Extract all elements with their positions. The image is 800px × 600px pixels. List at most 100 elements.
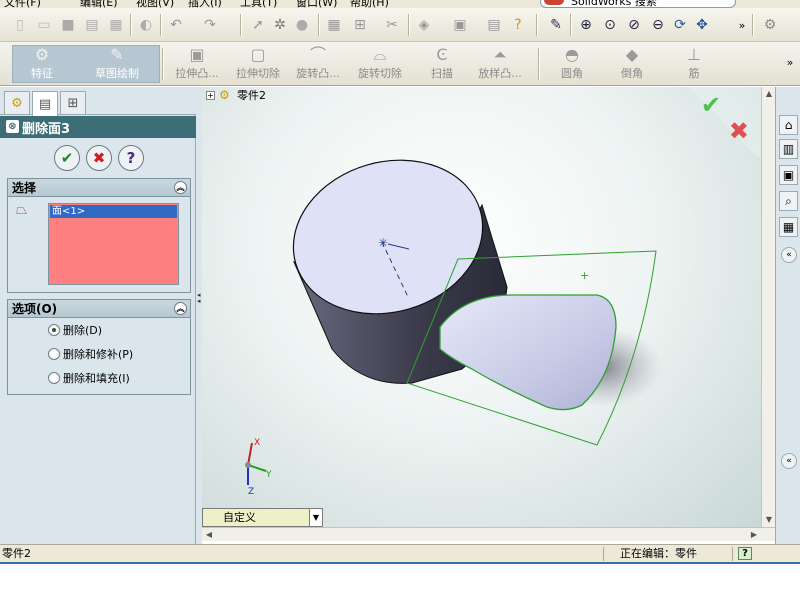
- splitter-grip-icon[interactable]: ◂ ◂: [197, 292, 201, 312]
- view-orientation-select[interactable]: 自定义 ▼: [202, 508, 323, 527]
- print-icon[interactable]: ▤: [82, 15, 102, 35]
- property-icon: ▤: [38, 96, 52, 112]
- tab-features[interactable]: ⚙ 特征: [22, 46, 62, 84]
- resources-icon[interactable]: ⌂: [779, 115, 798, 135]
- collapse-icon[interactable]: ︽: [174, 302, 187, 315]
- fillet-button[interactable]: ◓ 圆角: [552, 46, 592, 84]
- loft-label: 放样凸...: [478, 67, 522, 80]
- select-icon[interactable]: ➚: [248, 15, 268, 35]
- menu-view[interactable]: 视图(V): [136, 0, 174, 8]
- smart-dimension-icon[interactable]: ✲: [270, 15, 290, 35]
- option-delete-fill-label: 删除和填充(I): [63, 372, 130, 385]
- chevron-down-icon[interactable]: ▼: [309, 509, 322, 526]
- scroll-left-icon[interactable]: ◀: [202, 528, 216, 542]
- graphics-area[interactable]: ✳ + X Y Z + ⚙ 零件2 ✔ ✖ 自定义 ▼: [202, 87, 761, 527]
- expand-icon[interactable]: +: [206, 90, 215, 100]
- property-manager-title: ⊗ 删除面3: [0, 116, 196, 138]
- zoom-selection-icon[interactable]: ⊖: [648, 15, 668, 35]
- menu-edit[interactable]: 编辑(E): [80, 0, 118, 8]
- tab-property-manager[interactable]: ▤: [32, 91, 58, 116]
- layers-icon[interactable]: ▤: [484, 15, 504, 35]
- help-button[interactable]: ?: [118, 145, 144, 171]
- grid-icon[interactable]: ▦: [324, 15, 344, 35]
- design-library-icon[interactable]: ▥: [779, 139, 798, 159]
- ok-button[interactable]: ✔: [54, 145, 80, 171]
- zoom-fit-icon[interactable]: ⊕: [576, 15, 596, 35]
- new-icon[interactable]: ▯: [10, 15, 30, 35]
- collapse-icon[interactable]: ︽: [174, 181, 187, 194]
- radio-delete-patch[interactable]: [48, 348, 60, 360]
- rebuild-icon[interactable]: ▦: [106, 15, 126, 35]
- chamfer-button[interactable]: ◆ 倒角: [612, 46, 652, 84]
- scroll-up-icon[interactable]: ▲: [762, 87, 776, 101]
- extrude-cut-label: 拉伸切除: [236, 67, 280, 80]
- scroll-down-icon[interactable]: ▼: [762, 513, 776, 527]
- selected-face[interactable]: [439, 294, 617, 411]
- part-name[interactable]: 零件2: [237, 87, 266, 103]
- confirm-ok-icon[interactable]: ✔: [701, 91, 721, 119]
- menu-window[interactable]: 窗口(W): [296, 0, 337, 8]
- help-icon[interactable]: ?: [738, 547, 752, 560]
- selected-faces-list[interactable]: 面<1>: [48, 203, 179, 285]
- option-delete[interactable]: 删除(D): [48, 322, 102, 338]
- rotate-icon[interactable]: ⟳: [670, 15, 690, 35]
- tab-feature-manager[interactable]: ⚙: [4, 91, 30, 114]
- options-icon[interactable]: ◐: [136, 15, 156, 35]
- customize-icon[interactable]: ⚙: [760, 15, 780, 35]
- extrude-boss-button[interactable]: ▣ 拉伸凸...: [168, 46, 226, 84]
- revolve-boss-button[interactable]: ⌒ 旋转凸...: [290, 46, 346, 84]
- help-icon[interactable]: ?: [508, 15, 528, 35]
- extrude-cut-button[interactable]: ▢ 拉伸切除: [230, 46, 286, 84]
- status-separator: [732, 547, 733, 561]
- menu-tools[interactable]: 工具(T): [240, 0, 277, 8]
- view-palette-icon[interactable]: ▦: [779, 217, 798, 237]
- tools-icon[interactable]: ✂: [382, 15, 402, 35]
- scroll-right-icon[interactable]: ▶: [747, 528, 761, 542]
- option-delete-patch[interactable]: 删除和修补(P): [48, 346, 133, 362]
- point-icon[interactable]: ●: [292, 15, 312, 35]
- radio-delete-fill[interactable]: [48, 372, 60, 384]
- menu-insert[interactable]: 插入(I): [188, 0, 222, 8]
- vertical-scrollbar[interactable]: ▲ ▼: [761, 87, 775, 527]
- search-icon[interactable]: ⌕: [779, 191, 798, 211]
- sweep-button[interactable]: Ͼ 扫描: [422, 46, 462, 84]
- list-item[interactable]: 面<1>: [50, 205, 177, 218]
- save-icon[interactable]: ■: [58, 15, 78, 35]
- pan-icon[interactable]: ✥: [692, 15, 712, 35]
- zoom-area-icon[interactable]: ⊙: [600, 15, 620, 35]
- radio-delete[interactable]: [48, 324, 60, 336]
- horizontal-scrollbar[interactable]: ◀ ▶: [202, 527, 775, 541]
- view-cube-icon[interactable]: ◈: [414, 15, 434, 35]
- file-explorer-icon[interactable]: ▣: [779, 165, 798, 185]
- snap-icon[interactable]: ⊞: [350, 15, 370, 35]
- loft-button[interactable]: ⏶ 放样凸...: [472, 46, 528, 84]
- tab-configuration-manager[interactable]: ⊞: [60, 91, 86, 114]
- confirm-cancel-icon[interactable]: ✖: [729, 117, 749, 145]
- plane-handle-icon[interactable]: +: [580, 269, 589, 282]
- menu-help[interactable]: 帮助(H): [350, 0, 389, 8]
- manager-tabs: ⚙ ▤ ⊞: [0, 87, 196, 116]
- zoom-in-out-icon[interactable]: ⊘: [624, 15, 644, 35]
- toolbar-overflow-icon[interactable]: »: [732, 15, 752, 35]
- redo-icon[interactable]: ↷: [200, 15, 220, 35]
- collapse-pane-icon[interactable]: «: [781, 247, 797, 263]
- option-delete-fill[interactable]: 删除和填充(I): [48, 370, 130, 386]
- rib-button[interactable]: ⊥ 筋: [674, 46, 714, 84]
- command-manager-overflow-icon[interactable]: »: [780, 52, 800, 72]
- cancel-button[interactable]: ✖: [86, 145, 112, 171]
- feature-tree-flyout[interactable]: + ⚙ 零件2: [206, 87, 266, 103]
- tab-sketch[interactable]: ✎ 草图绘制: [88, 46, 146, 84]
- display-style-icon[interactable]: ▣: [450, 15, 470, 35]
- configuration-icon: ⊞: [67, 95, 79, 111]
- revolve-cut-button[interactable]: ⌓ 旋转切除: [352, 46, 408, 84]
- selection-group-header[interactable]: 选择 ︽: [8, 179, 190, 197]
- undo-icon[interactable]: ↶: [166, 15, 186, 35]
- expand-pane-icon[interactable]: «: [781, 453, 797, 469]
- triad-x-label: X: [254, 438, 260, 448]
- menu-file[interactable]: 文件(F): [4, 0, 41, 8]
- sketch-icon[interactable]: ✎: [546, 15, 566, 35]
- feature-tree-icon: ⚙: [11, 95, 23, 111]
- open-icon[interactable]: ▭: [34, 15, 54, 35]
- search-box[interactable]: SolidWorks 搜索: [540, 0, 736, 8]
- options-group-header[interactable]: 选项(O) ︽: [8, 300, 190, 318]
